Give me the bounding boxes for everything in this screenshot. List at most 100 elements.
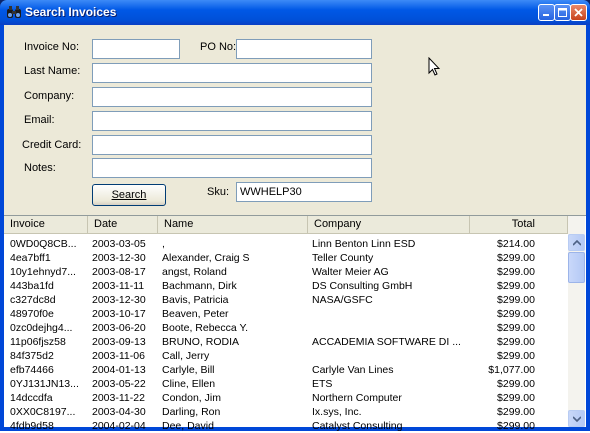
search-button[interactable]: Search <box>92 184 166 206</box>
cell-company <box>312 321 468 335</box>
cell-name: Carlyle, Bill <box>162 364 215 376</box>
cell-company: Walter Meier AG <box>312 266 389 278</box>
invoice-no-field[interactable] <box>92 39 180 59</box>
table-row[interactable]: 10y1ehnyd7... 2003-08-17 angst, Roland Walt… <box>4 265 568 279</box>
maximize-button[interactable] <box>554 4 571 21</box>
table-row[interactable]: 0XX0C8197... 2003-04-30 Darling, Ron Ix.sys… <box>4 405 568 419</box>
cell-total: $299.00 <box>497 336 535 348</box>
cell-company <box>312 349 468 363</box>
cell-date: 2004-01-13 <box>92 364 146 376</box>
cell-invoice: 84f375d2 <box>10 350 54 362</box>
table-row[interactable]: 84f375d2 2003-11-06 Call, Jerry $299.00 <box>4 349 568 363</box>
cell-name: Condon, Jim <box>162 392 221 404</box>
cell-invoice: 4ea7bff1 <box>10 252 51 264</box>
cell-name: Cline, Ellen <box>162 378 216 390</box>
search-button-label: Search <box>111 189 147 201</box>
binoculars-icon <box>7 6 21 18</box>
table-row[interactable]: 443ba1fd 2003-11-11 Bachmann, Dirk DS Consu… <box>4 279 568 293</box>
cell-invoice: efb74466 <box>10 364 54 376</box>
cell-company: ACCADEMIA SOFTWARE DI ... <box>312 336 461 348</box>
company-label: Company: <box>24 90 75 102</box>
cell-company: ETS <box>312 378 333 390</box>
cell-name: Boote, Rebecca Y. <box>162 322 249 334</box>
search-invoices-window: Search Invoices Invoice No: PO No: Last … <box>0 0 590 432</box>
scroll-down-button[interactable] <box>568 410 585 427</box>
column-header-company[interactable]: Company <box>308 216 470 233</box>
cell-company: Teller County <box>312 252 374 264</box>
table-row[interactable]: 48970f0e 2003-10-17 Beaven, Peter $299.00 <box>4 307 568 321</box>
cell-date: 2003-08-17 <box>92 266 146 278</box>
scroll-up-arrow-icon <box>572 239 581 246</box>
notes-label: Notes: <box>24 162 56 174</box>
cell-total: $299.00 <box>497 280 535 292</box>
column-header-total[interactable]: Total <box>470 216 568 233</box>
maximize-icon <box>558 8 567 17</box>
cell-invoice: 11p06fjsz58 <box>10 336 66 348</box>
table-row[interactable]: c327dc8d 2003-12-30 Bavis, Patricia NASA/GS… <box>4 293 568 307</box>
cell-invoice: 0WD0Q8CB... <box>10 238 77 250</box>
last-name-field[interactable] <box>92 63 372 83</box>
table-row[interactable]: 0YJ131JN13... 2003-05-22 Cline, Ellen ETS $2… <box>4 377 568 391</box>
scroll-down-arrow-icon <box>572 415 581 422</box>
cell-company: Carlyle Van Lines <box>312 364 394 376</box>
cell-name: Darling, Ron <box>162 406 221 418</box>
cell-name: BRUNO, RODIA <box>162 336 240 348</box>
cell-date: 2003-10-17 <box>92 308 146 320</box>
cell-name: angst, Roland <box>162 266 227 278</box>
table-row[interactable]: 11p06fjsz58 2003-09-13 BRUNO, RODIA ACCADEM… <box>4 335 568 349</box>
cell-total: $299.00 <box>497 350 535 362</box>
email-field[interactable] <box>92 111 372 131</box>
window-frame-right <box>586 25 590 431</box>
close-icon <box>574 8 583 17</box>
cell-invoice: 0zc0dejhg4... <box>10 322 73 334</box>
minimize-button[interactable] <box>538 4 555 21</box>
table-row[interactable]: efb74466 2004-01-13 Carlyle, Bill Carlyle V… <box>4 363 568 377</box>
cell-total: $214.00 <box>497 238 535 250</box>
cell-company: DS Consulting GmbH <box>312 280 413 292</box>
cell-total: $299.00 <box>497 266 535 278</box>
cell-name: Bachmann, Dirk <box>162 280 237 292</box>
close-button[interactable] <box>570 4 587 21</box>
company-field[interactable] <box>92 87 372 107</box>
notes-field[interactable] <box>92 158 372 178</box>
invoice-results-table: Invoice Date Name Company Total 0WD0Q8CB… <box>4 215 586 432</box>
cell-invoice: c327dc8d <box>10 294 56 306</box>
cell-date: 2003-11-06 <box>92 350 145 362</box>
cell-name: Call, Jerry <box>162 350 210 362</box>
cell-total: $299.00 <box>497 378 535 390</box>
cell-total: $299.00 <box>497 308 535 320</box>
cell-name: , <box>162 238 165 250</box>
table-row[interactable]: 4ea7bff1 2003-12-30 Alexander, Craig S Tell… <box>4 251 568 265</box>
cell-date: 2003-03-05 <box>92 238 146 250</box>
cell-date: 2003-04-30 <box>92 406 146 418</box>
cell-date: 2003-11-11 <box>92 280 145 292</box>
cell-invoice: 10y1ehnyd7... <box>10 266 76 278</box>
table-row[interactable]: 0WD0Q8CB... 2003-03-05, Linn Benton Linn E… <box>4 237 568 251</box>
cell-name: Beaven, Peter <box>162 308 229 320</box>
window-title: Search Invoices <box>25 5 117 19</box>
last-name-label: Last Name: <box>24 65 81 77</box>
cell-date: 2003-12-30 <box>92 252 146 264</box>
cell-invoice: 0YJ131JN13... <box>10 378 79 390</box>
cell-invoice: 0XX0C8197... <box>10 406 76 418</box>
title-bar[interactable]: Search Invoices <box>0 0 590 25</box>
vertical-scrollbar[interactable] <box>568 216 585 427</box>
cell-invoice: 14dccdfa <box>10 392 53 404</box>
cell-company: Ix.sys, Inc. <box>312 406 362 418</box>
sku-label: Sku: <box>207 186 230 198</box>
cell-total: $299.00 <box>497 406 535 418</box>
mouse-pointer-icon <box>428 57 440 76</box>
cell-total: $299.00 <box>497 322 535 334</box>
column-header-invoice[interactable]: Invoice <box>4 216 88 233</box>
scroll-thumb[interactable] <box>568 252 585 283</box>
scroll-up-button[interactable] <box>568 234 585 251</box>
column-header-name[interactable]: Name <box>158 216 308 233</box>
po-no-field[interactable] <box>236 39 372 59</box>
cell-total: $1,077.00 <box>488 364 535 376</box>
table-row[interactable]: 14dccdfa 2003-11-22 Condon, Jim Northern Co… <box>4 391 568 405</box>
table-row[interactable]: 0zc0dejhg4... 2003-06-20 Boote, Rebecca Y.… <box>4 321 568 335</box>
column-header-date[interactable]: Date <box>88 216 158 233</box>
credit-card-field[interactable] <box>92 135 372 155</box>
sku-field[interactable] <box>236 182 372 202</box>
cell-total: $299.00 <box>497 392 535 404</box>
